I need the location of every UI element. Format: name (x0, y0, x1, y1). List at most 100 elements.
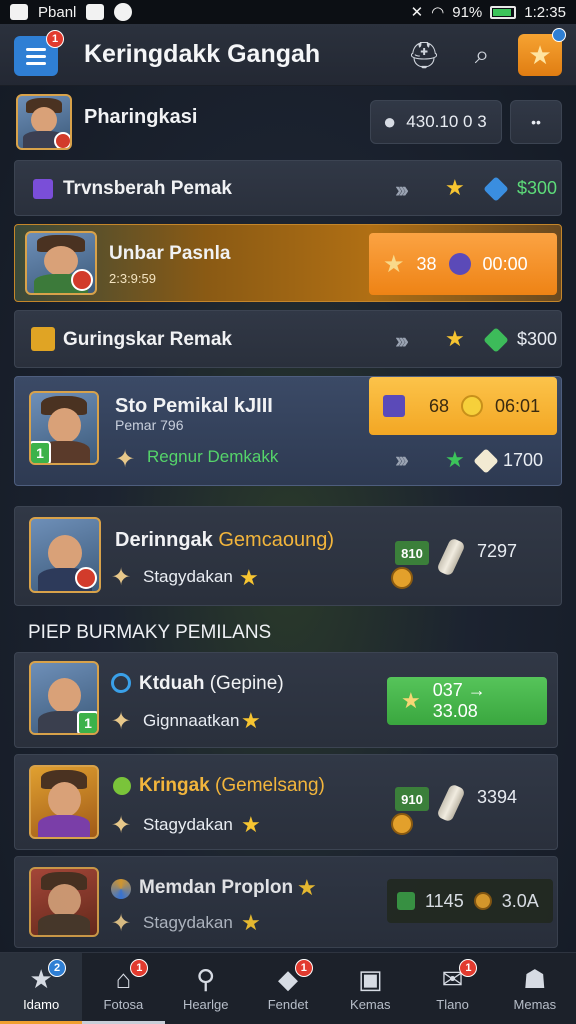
status-bar: Pbanl ✕ ◠ 91% 1:2:35 (0, 0, 576, 24)
buy-value: 037 → 33.08 (432, 680, 486, 721)
list-item[interactable]: Memdan Proplon ★ ✦ Stagydakan ★ 1145 3.0… (14, 856, 558, 948)
pill-time: 00:00 (482, 253, 528, 274)
pill-value: 68 (429, 395, 450, 416)
featured-count: 7297 (477, 541, 518, 561)
chest-icon (397, 892, 415, 910)
row-label: Trvnsberah Pemak (63, 178, 232, 199)
row-sub: Pemar 796 (115, 417, 184, 433)
nav-label: Hearlge (182, 997, 229, 1012)
chest-icon (383, 395, 405, 417)
orb-icon (448, 253, 471, 275)
wifi-icon: ◠ (431, 4, 445, 21)
row-label: Guringskar Remak (63, 329, 232, 350)
featured-name: Derinngak Gemcaoung) (115, 529, 334, 551)
coin-value: 430.10 0 3 (406, 112, 487, 131)
swirl-icon (111, 673, 131, 693)
star-badge-icon: ✦ (111, 564, 132, 591)
nav-label: Idamo (23, 997, 60, 1012)
bell-icon[interactable]: ⛑ (406, 37, 442, 73)
nav-item-idamo[interactable]: ★ 2 Idamo (0, 953, 83, 1024)
list-item[interactable]: Unbar Pasnla 2:3:9:59 ★ 38 00:00 (14, 224, 562, 302)
nav-item-tlano[interactable]: ✉ 1 Tlano (411, 953, 493, 1024)
list-item[interactable]: Trvnsberah Pemak ››› ★ $300 (14, 160, 562, 216)
item-sub: Stagydakan (143, 913, 233, 932)
nav-item-fendet[interactable]: ◆ 1 Fendet (247, 953, 329, 1024)
gem-icon (473, 448, 499, 474)
hero-avatar (29, 765, 99, 839)
chest-icon (33, 179, 53, 199)
coin-icon (461, 395, 484, 417)
app-title: Keringdakk Gangah (84, 40, 321, 68)
chevron-right-icon: ››› (395, 447, 409, 472)
nav-item-kemas[interactable]: ▣ Kemas (329, 953, 411, 1024)
star-badge-icon: ✦ (111, 708, 132, 735)
row-price: $300 (517, 178, 558, 198)
section-title: PIEP BURMAKY PEMILANS (28, 622, 272, 643)
star-badge-icon: ✦ (111, 910, 132, 937)
star-icon: ★ (445, 175, 465, 200)
sync-icon (114, 3, 133, 21)
chevron-right-icon: ››› (395, 328, 409, 353)
row-name: Sto Pemikal kJIII (115, 395, 273, 417)
item-sub: Stagydakan (143, 815, 233, 834)
reward-value: 1145 (425, 890, 464, 911)
nav-item-hearlge[interactable]: ⚲ Hearlge (165, 953, 247, 1024)
star-icon: ★ (528, 39, 552, 70)
battery-percent: 91% (452, 3, 483, 21)
menu-button[interactable]: 1 (14, 30, 64, 76)
hero-avatar (25, 231, 97, 295)
gem-icon (483, 176, 509, 202)
list-item[interactable]: 1 Ktduah (Gepine) ✦ Gignnaatkan ★ ★ 037 … (14, 652, 558, 748)
hero-avatar (29, 517, 101, 593)
battery-icon (490, 5, 517, 19)
orb-icon (113, 777, 131, 795)
more-button[interactable]: •• (510, 100, 562, 144)
reward-count: 3.0A (501, 890, 539, 911)
star-icon: ★ (401, 688, 421, 713)
level-badge: 810 (395, 541, 429, 565)
rank-emblem (54, 132, 70, 148)
list-item[interactable]: 1 Sto Pemikal kJIII Pemar 796 68 06:01 ✦… (14, 376, 562, 486)
item-name: Ktduah (Gepine) (139, 673, 284, 694)
nav-label: Kemas (350, 997, 391, 1012)
search-icon[interactable]: ⌕ (464, 37, 500, 73)
nav-item-fotosa[interactable]: ⌂ 1 Fotosa (82, 953, 165, 1024)
nav-item-memas[interactable]: ☗ Memas (494, 953, 576, 1024)
star-badge-icon: ✦ (111, 812, 132, 839)
reward-box[interactable]: 1145 3.0A (387, 879, 553, 923)
gem-icon (483, 327, 509, 353)
list-item[interactable]: Kringak (Gemelsang) ✦ Stagydakan ★ 910 3… (14, 754, 558, 850)
nav-label: Fendet (267, 997, 309, 1012)
nav-label: Memas (513, 997, 557, 1012)
coin-balance[interactable]: ● 430.10 0 3 (370, 100, 502, 144)
star-icon: ★ (241, 708, 261, 733)
hero-avatar (29, 867, 99, 937)
claim-button[interactable]: 68 06:01 (369, 377, 557, 435)
user-icon: ⚲ (196, 963, 216, 994)
pill-value: 38 (416, 253, 437, 274)
favorites-button[interactable]: ★ (518, 28, 566, 76)
star-icon: ★ (241, 910, 261, 935)
list-item[interactable]: Guringskar Remak ››› ★ $300 (14, 310, 562, 368)
nav-label: Tlano (436, 997, 469, 1012)
star-icon: ★ (239, 565, 259, 590)
hero-avatar: 1 (29, 391, 99, 465)
row-sub: 2:3:9:59 (109, 271, 156, 286)
featured-name-highlight: Gemcaoung) (218, 529, 334, 551)
profile-avatar[interactable] (16, 94, 72, 150)
claim-button[interactable]: ★ 38 00:00 (369, 233, 557, 295)
medal-icon (391, 567, 413, 589)
chat-icon: ● (383, 109, 397, 134)
buy-button[interactable]: ★ 037 → 33.08 (387, 677, 547, 725)
chest-icon (31, 327, 55, 351)
menu-icon (26, 47, 46, 51)
green-star-icon: ★ (445, 447, 465, 472)
menu-badge: 1 (46, 30, 64, 48)
star-badge-icon: ✦ (115, 446, 136, 473)
compass-icon (111, 879, 131, 899)
item-sub: Gignnaatkan (143, 711, 240, 730)
star-icon: ★ (241, 812, 261, 837)
profile-icon: ☗ (523, 963, 547, 994)
featured-card[interactable]: Derinngak Gemcaoung) ✦ Stagydakan ★ 810 … (14, 506, 562, 606)
notification-icon (10, 4, 28, 20)
